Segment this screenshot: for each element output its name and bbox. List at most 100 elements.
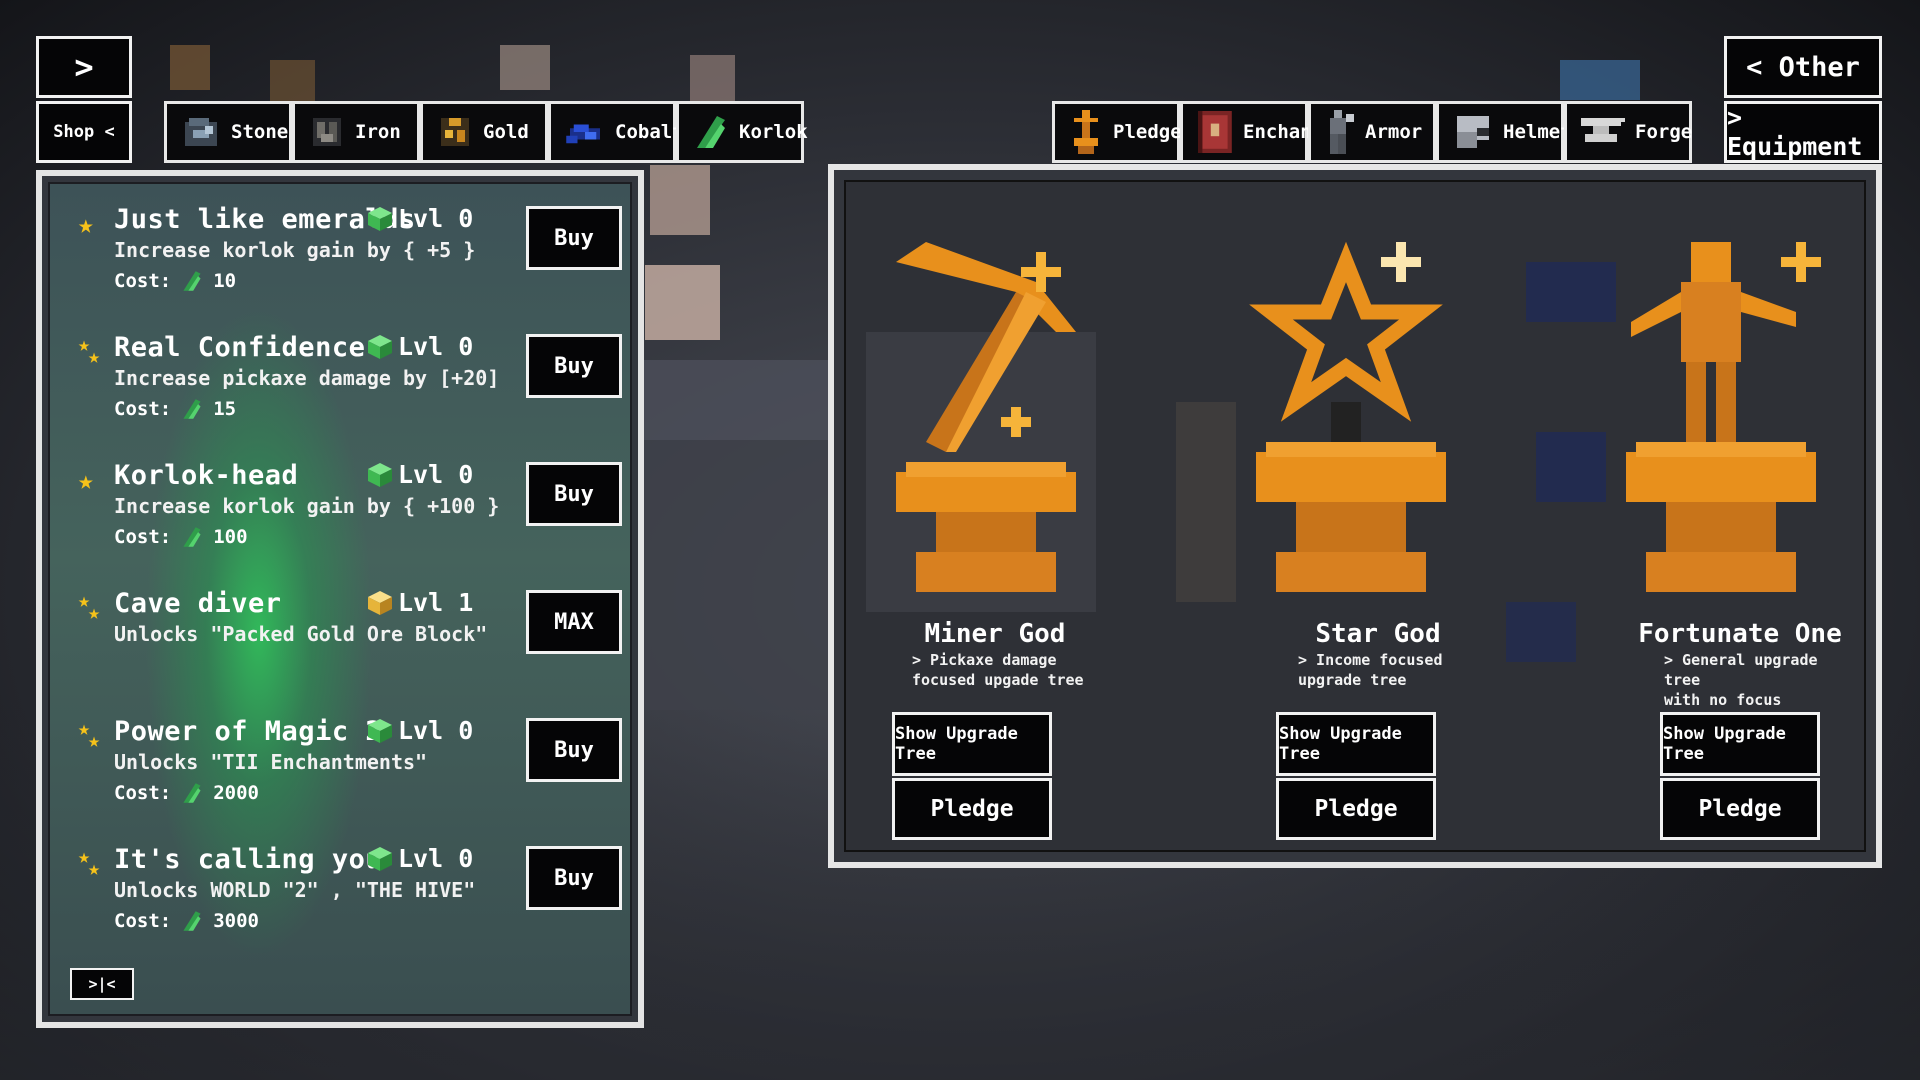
pledge-button[interactable]: Pledge (892, 778, 1052, 840)
upgrade-level: Lvl 0 (368, 844, 473, 873)
upgrade-description: Unlocks "TII Enchantments" (114, 750, 428, 774)
cobalt-ore-decor (1526, 262, 1616, 322)
tab-gold[interactable]: Gold (420, 101, 548, 163)
list-item: ★ ★ It's calling you Lvl 0 Unlocks WORLD … (50, 844, 630, 964)
tab-stone[interactable]: Stone (164, 101, 292, 163)
cobalt-ore-decor (1536, 432, 1606, 502)
korlok-crystal-icon (183, 527, 201, 547)
star-icon: ★ (78, 466, 94, 496)
tab-label: Cobalt (615, 121, 684, 143)
god-name: Star God (1315, 619, 1441, 649)
sidebar-toggle-button[interactable]: > (36, 36, 132, 98)
green-cube-icon (368, 206, 392, 231)
upgrade-title: Cave diver (114, 588, 282, 619)
upgrade-cost: Cost: 15 (114, 398, 237, 420)
double-star-icon: ★ ★ (78, 332, 101, 368)
god-description: > Pickaxe damage focused upgade tree (912, 651, 1084, 689)
tab-label: Helmet (1503, 121, 1572, 143)
upgrade-cost: Cost: 3000 (114, 910, 259, 932)
pledge-panel-inner: Miner God > Pickaxe damage focused upgad… (844, 180, 1866, 852)
shop-menu-button[interactable]: Shop < (36, 101, 132, 163)
cobalt-ore-icon (566, 124, 600, 144)
upgrade-description: Unlocks WORLD "2" , "THE HIVE" (114, 878, 476, 902)
show-upgrade-tree-button[interactable]: Show Upgrade Tree (1660, 712, 1820, 776)
stone-ore-icon (185, 118, 217, 146)
god-name: Miner God (924, 619, 1066, 649)
buy-button[interactable]: Buy (526, 846, 622, 910)
max-button[interactable]: MAX (526, 590, 622, 654)
list-item: ★ Just like emeralds Lvl 0 Increase korl… (50, 204, 630, 324)
upgrade-title: It's calling you (114, 844, 383, 875)
pledge-button[interactable]: Pledge (1660, 778, 1820, 840)
trophy-icon (1074, 110, 1098, 154)
double-star-icon: ★ ★ (78, 588, 101, 624)
god-description: > General upgrade tree with no focus (1664, 651, 1818, 709)
buy-button[interactable]: Buy (526, 334, 622, 398)
tab-armor[interactable]: Armor (1308, 101, 1436, 163)
iron-ore-icon (313, 118, 341, 146)
tab-label: Gold (483, 121, 529, 143)
god-name: Fortunate One (1638, 619, 1842, 649)
tab-cobalt[interactable]: Cobalt (548, 101, 684, 163)
tab-label: Forge (1635, 121, 1693, 143)
show-upgrade-tree-button[interactable]: Show Upgrade Tree (892, 712, 1052, 776)
tab-label: Armor (1365, 121, 1423, 143)
korlok-crystal-icon (183, 271, 201, 291)
upgrade-description: Unlocks "Packed Gold Ore Block" (114, 622, 488, 646)
green-cube-icon (368, 334, 392, 359)
tab-label: Pledge (1113, 121, 1182, 143)
upgrade-level: Lvl 0 (368, 332, 473, 361)
god-description: > Income focused upgrade tree (1298, 651, 1443, 689)
tab-enchant[interactable]: Enchant (1180, 101, 1323, 163)
upgrade-level: Lvl 0 (368, 716, 473, 745)
tab-label: Iron (355, 121, 401, 143)
star-icon: ★ (78, 210, 94, 240)
korlok-crystal-icon (183, 399, 201, 419)
rock-decor (1176, 402, 1236, 602)
anvil-icon (1581, 118, 1625, 142)
pledge-button[interactable]: Pledge (1276, 778, 1436, 840)
upgrade-cost: Cost: 100 (114, 526, 248, 548)
equipment-menu-button[interactable]: > Equipment (1724, 101, 1882, 163)
upgrade-level: Lvl 1 (368, 588, 473, 617)
tab-forge[interactable]: Forge (1564, 101, 1692, 163)
upgrade-list[interactable]: ★ Just like emeralds Lvl 0 Increase korl… (48, 182, 632, 1016)
double-star-icon: ★ ★ (78, 716, 101, 752)
green-cube-icon (368, 846, 392, 871)
tab-iron[interactable]: Iron (292, 101, 420, 163)
upgrade-description: Increase korlok gain by { +5 } (114, 238, 476, 262)
helmet-icon (1457, 116, 1489, 148)
buy-button[interactable]: Buy (526, 206, 622, 270)
list-item: ★ ★ Cave diver Lvl 1 Unlocks "Packed Gold… (50, 588, 630, 708)
armor-icon (1330, 110, 1354, 154)
gold-cube-icon (368, 590, 392, 615)
double-star-icon: ★ ★ (78, 844, 101, 880)
list-item: ★ Korlok-head Lvl 0 Increase korlok gain… (50, 460, 630, 580)
green-cube-icon (368, 718, 392, 743)
list-item: ★ ★ Real Confidence Lvl 0 Increase pickax… (50, 332, 630, 452)
korlok-crystal-icon (183, 783, 201, 803)
star-statue-icon (1249, 241, 1446, 592)
green-cube-icon (368, 462, 392, 487)
list-item: ★ ★ Power of Magic 2 Lvl 0 Unlocks "TII E… (50, 716, 630, 836)
upgrade-title: Korlok-head (114, 460, 299, 491)
upgrade-level: Lvl 0 (368, 204, 473, 233)
buy-button[interactable]: Buy (526, 718, 622, 782)
buy-button[interactable]: Buy (526, 462, 622, 526)
show-upgrade-tree-button[interactable]: Show Upgrade Tree (1276, 712, 1436, 776)
tab-label: Stone (231, 121, 289, 143)
tab-helmet[interactable]: Helmet (1436, 101, 1572, 163)
tab-pledge[interactable]: Pledge (1052, 101, 1182, 163)
collapse-button[interactable]: >|< (70, 968, 134, 1000)
tab-korlok[interactable]: Korlok (676, 101, 808, 163)
upgrade-cost: Cost: 2000 (114, 782, 259, 804)
upgrade-description: Increase korlok gain by { +100 } (114, 494, 500, 518)
korlok-crystal-icon (183, 911, 201, 931)
upgrade-title: Power of Magic 2 (114, 716, 383, 747)
other-menu-button[interactable]: < Other (1724, 36, 1882, 98)
upgrade-cost: Cost: 10 (114, 270, 237, 292)
korlok-crystal-icon (697, 116, 725, 148)
upgrade-level: Lvl 0 (368, 460, 473, 489)
tab-label: Korlok (739, 121, 808, 143)
gold-ore-icon (441, 118, 469, 146)
